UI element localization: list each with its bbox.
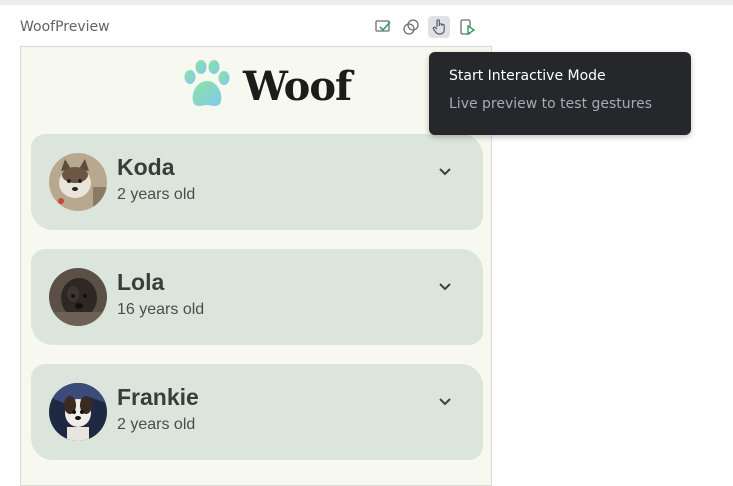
animation-preview-button[interactable] <box>400 16 422 38</box>
chevron-down-icon[interactable] <box>435 277 455 297</box>
animation-icon <box>403 19 419 35</box>
dog-card-lola[interactable]: Lola 16 years old <box>31 249 483 345</box>
dog-card-koda[interactable]: Koda 2 years old <box>31 134 483 230</box>
app-header: Woof <box>177 57 352 115</box>
deploy-preview-button[interactable] <box>456 16 478 38</box>
dog-age: 2 years old <box>117 186 196 203</box>
tooltip-title: Start Interactive Mode <box>449 68 606 84</box>
app-title: Woof <box>243 62 352 110</box>
tooltip: Start Interactive Mode Live preview to t… <box>429 52 691 135</box>
preview-check-icon <box>375 20 391 32</box>
dog-name: Frankie <box>117 384 199 410</box>
paw-logo-icon <box>184 60 230 106</box>
dog-card-frankie[interactable]: Frankie 2 years old <box>31 364 483 460</box>
chevron-down-icon[interactable] <box>435 392 455 412</box>
dog-name: Koda <box>117 154 175 180</box>
interactive-mode-icon <box>432 19 445 35</box>
preview-toolbar <box>372 16 478 38</box>
dog-avatar <box>49 383 107 441</box>
deploy-run-icon <box>460 19 476 36</box>
preview-title: WoofPreview <box>20 19 110 35</box>
dog-age: 2 years old <box>117 416 196 433</box>
interactive-mode-button[interactable] <box>428 16 450 38</box>
dog-avatar <box>49 153 107 211</box>
preview-device-frame[interactable]: Woof Koda 2 years old Lola 16 years old … <box>20 46 492 486</box>
dog-name: Lola <box>117 269 165 295</box>
top-divider <box>0 0 733 5</box>
dog-age: 16 years old <box>117 301 205 318</box>
chevron-down-icon[interactable] <box>435 162 455 182</box>
preview-check-button[interactable] <box>372 16 394 38</box>
tooltip-subtitle: Live preview to test gestures <box>449 96 653 112</box>
dog-avatar <box>49 268 107 326</box>
